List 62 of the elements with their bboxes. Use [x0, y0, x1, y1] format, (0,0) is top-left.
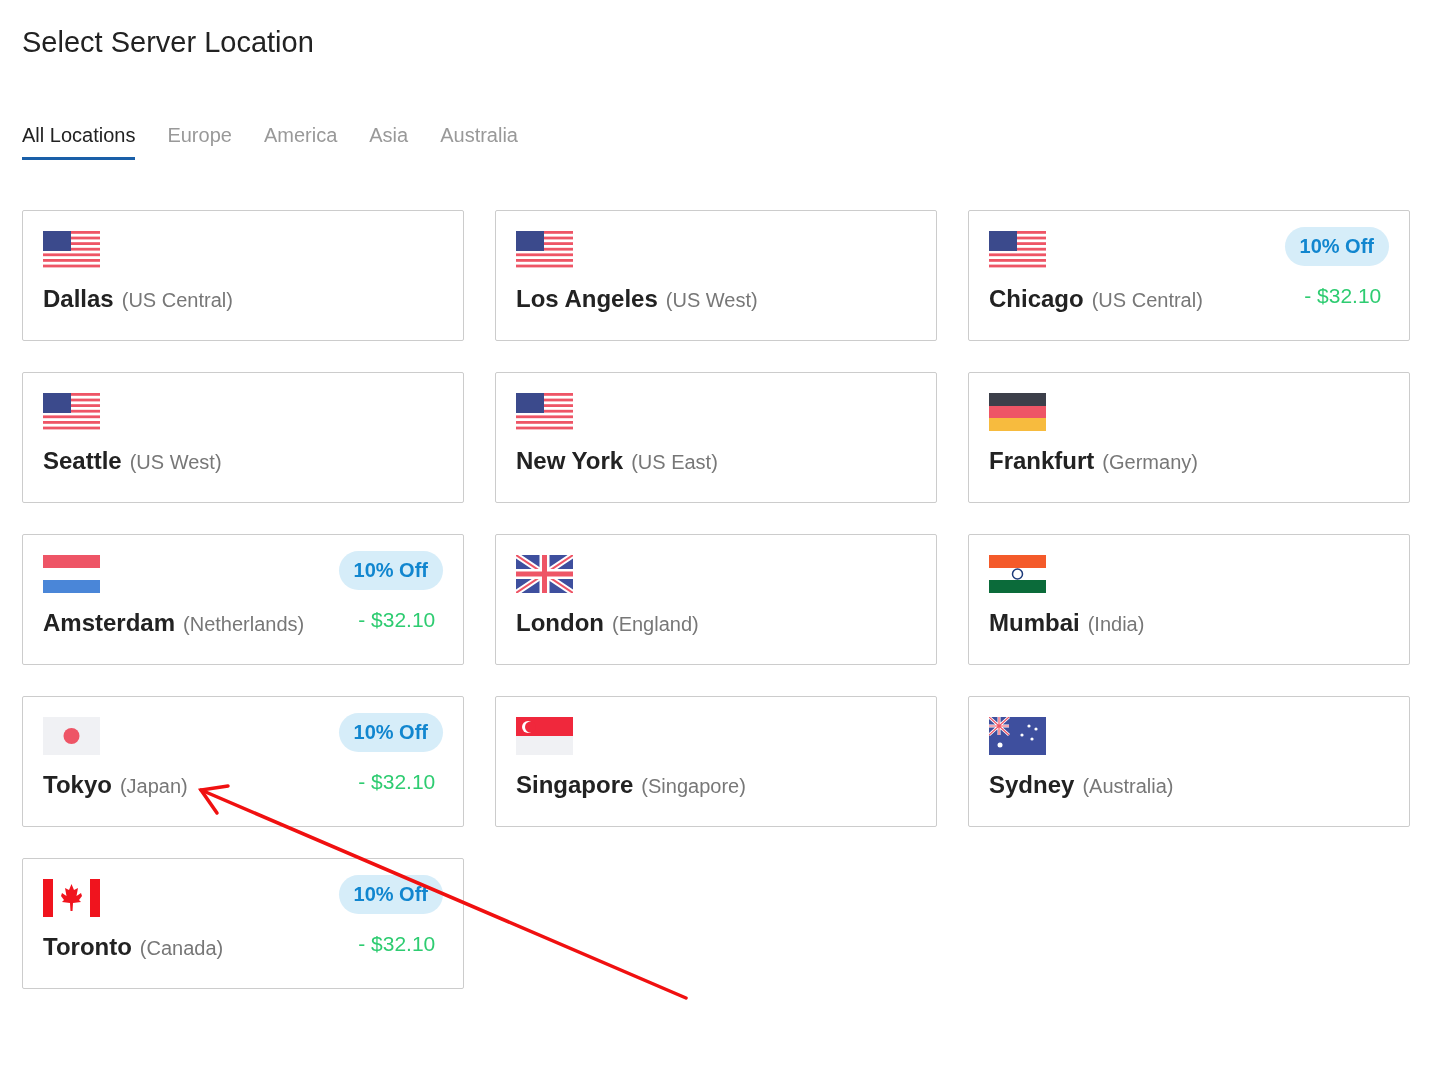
city-name: Dallas — [43, 285, 114, 313]
discount-price: - $32.10 — [358, 770, 436, 794]
flag-icon — [989, 393, 1046, 431]
city-name: London — [516, 609, 604, 637]
flag-icon — [989, 717, 1046, 755]
city-name: Toronto — [43, 933, 132, 961]
region-label: (Singapore) — [641, 775, 746, 798]
flag-icon — [43, 717, 100, 755]
location-card[interactable]: Mumbai (India) — [968, 534, 1410, 665]
discount-badge: 10% Off — [338, 713, 443, 752]
location-card[interactable]: Toronto (Canada) 10% Off - $32.10 — [22, 858, 464, 989]
flag-icon — [516, 717, 573, 755]
region-label: (US East) — [631, 451, 718, 474]
region-label: (Netherlands) — [183, 613, 305, 636]
city-name: Chicago — [989, 285, 1084, 313]
discount-price: - $32.10 — [1304, 284, 1382, 308]
page-title: Select Server Location — [22, 25, 314, 60]
city-name: Frankfurt — [989, 447, 1095, 475]
location-card[interactable]: Frankfurt (Germany) — [968, 372, 1410, 503]
city-name: Los Angeles — [516, 285, 658, 313]
region-label: (Australia) — [1082, 775, 1174, 798]
discount-price: - $32.10 — [358, 608, 436, 632]
location-card[interactable]: New York (US East) — [495, 372, 937, 503]
flag-icon — [43, 231, 100, 269]
city-name: Seattle — [43, 447, 122, 475]
location-card[interactable]: Sydney (Australia) — [968, 696, 1410, 827]
flag-icon — [989, 555, 1046, 593]
flag-icon — [516, 231, 573, 269]
region-label: (Japan) — [119, 775, 188, 798]
location-card[interactable]: London (England) — [495, 534, 937, 665]
location-card[interactable]: Seattle (US West) — [22, 372, 464, 503]
flag-icon — [989, 231, 1046, 269]
discount-price: - $32.10 — [358, 932, 436, 956]
location-card[interactable]: Tokyo (Japan) 10% Off - $32.10 — [22, 696, 464, 827]
city-name: Amsterdam — [43, 609, 176, 637]
region-label: (US Central) — [1091, 289, 1203, 312]
city-name: New York — [516, 447, 624, 475]
region-label: (England) — [611, 613, 699, 636]
region-label: (US West) — [665, 289, 758, 312]
location-card[interactable]: Chicago (US Central) 10% Off - $32.10 — [968, 210, 1410, 341]
city-name: Mumbai — [989, 609, 1080, 637]
flag-icon — [516, 393, 573, 431]
location-card[interactable]: Singapore (Singapore) — [495, 696, 937, 827]
region-label: (Canada) — [139, 937, 224, 960]
location-card[interactable]: Los Angeles (US West) — [495, 210, 937, 341]
region-tab[interactable]: All Locations — [22, 124, 136, 160]
city-name: Singapore — [516, 771, 634, 799]
discount-badge: 10% Off — [1284, 227, 1389, 266]
city-name: Tokyo — [43, 771, 112, 799]
flag-icon — [516, 555, 573, 593]
flag-icon — [43, 879, 100, 917]
flag-icon — [43, 555, 100, 593]
discount-badge: 10% Off — [338, 875, 443, 914]
city-name: Sydney — [989, 771, 1075, 799]
region-label: (Germany) — [1102, 451, 1198, 474]
flag-icon — [43, 393, 100, 431]
location-card[interactable]: Amsterdam (Netherlands) 10% Off - $32.10 — [22, 534, 464, 665]
discount-badge: 10% Off — [338, 551, 443, 590]
region-label: (US Central) — [121, 289, 233, 312]
location-card[interactable]: Dallas (US Central) — [22, 210, 464, 341]
region-label: (India) — [1087, 613, 1145, 636]
region-label: (US West) — [129, 451, 222, 474]
